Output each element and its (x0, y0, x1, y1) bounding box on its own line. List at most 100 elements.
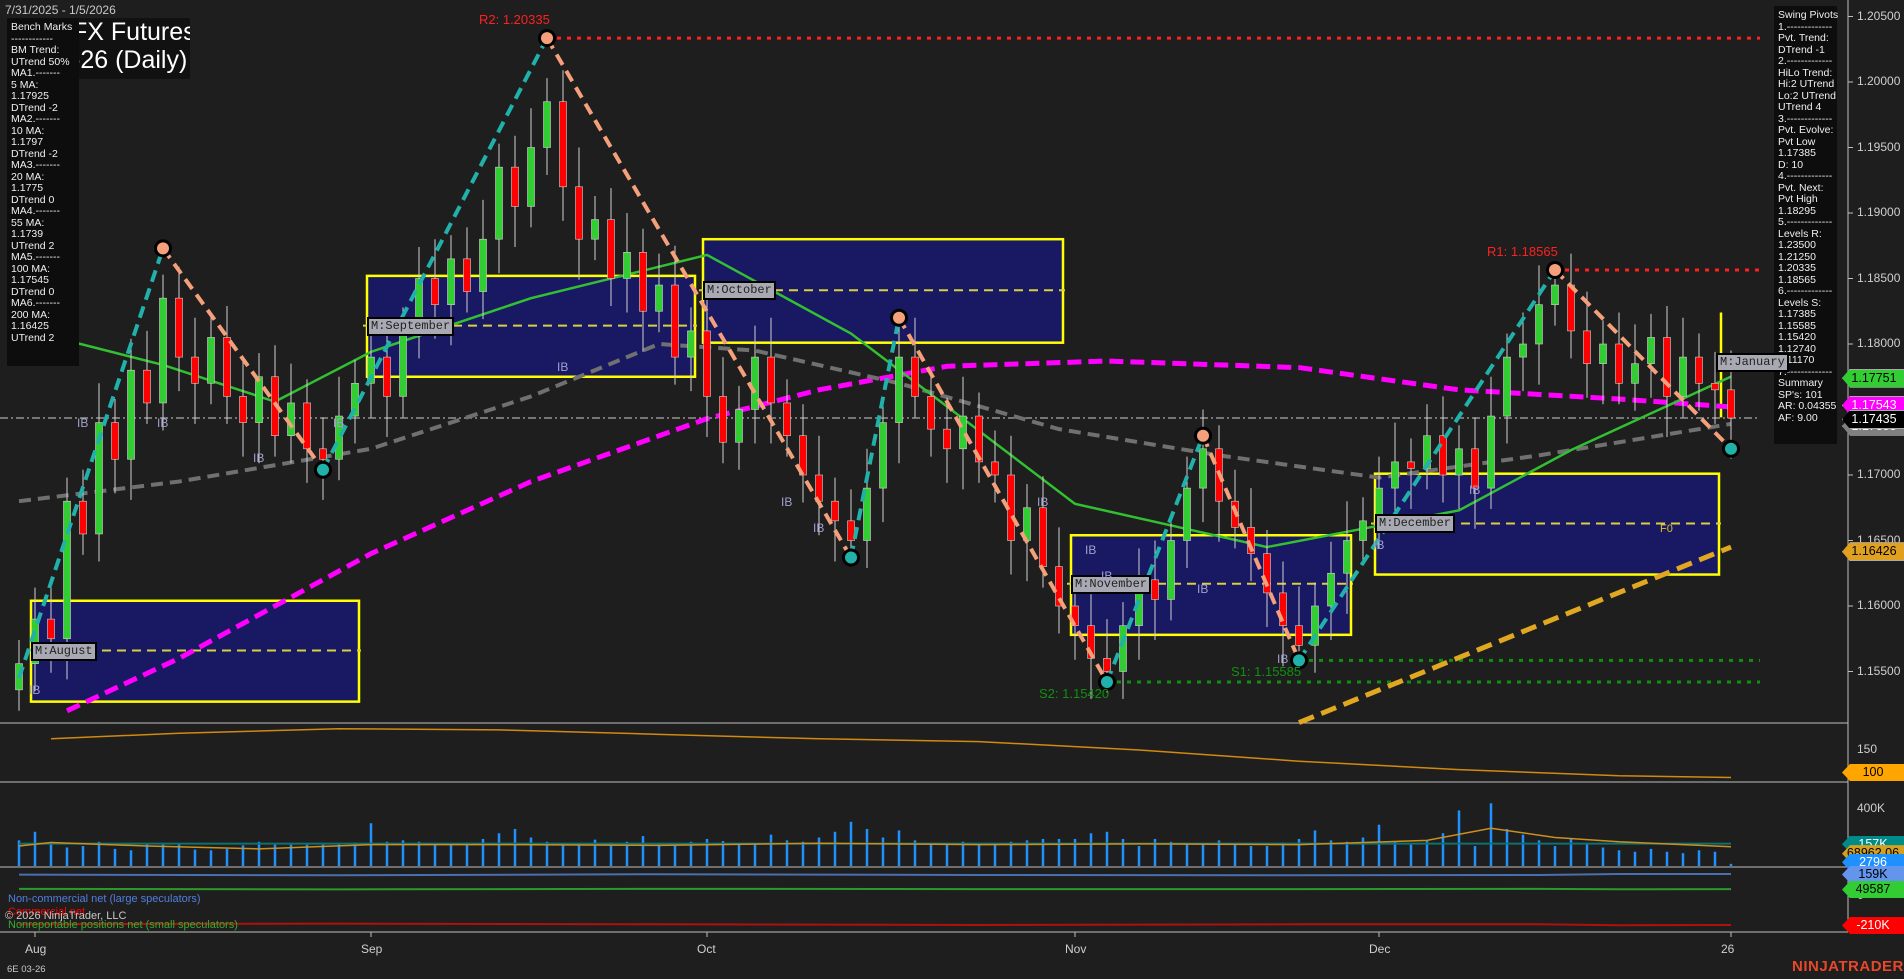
swing-pivot-line: Pvt. Evolve: (1778, 124, 1834, 136)
candle-body (79, 500, 87, 535)
y-tick-label: 1.20500 (1857, 8, 1901, 23)
candle-body (671, 284, 679, 358)
bench-mark-line: 1.1797 (11, 136, 44, 148)
candle-body (703, 330, 711, 397)
ib-label: IB (1469, 482, 1481, 497)
swing-pivot-line: Hi:2 UTrend (1778, 78, 1835, 90)
swing-pivot-marker (538, 29, 556, 48)
price-tag: 1.16426 (1842, 542, 1904, 562)
ninjatrader-logo: NINJATRADER (1792, 958, 1904, 975)
candle-body (1487, 415, 1495, 489)
y-tick-label: 1.18000 (1857, 336, 1901, 350)
noncommercial-line (18, 873, 1731, 877)
indicator-line (50, 727, 1732, 779)
ib-label: IB (1277, 651, 1289, 666)
candle-body (719, 396, 727, 443)
swing-pivot-marker (154, 239, 172, 258)
candle-body (783, 402, 791, 437)
candle-body (383, 356, 391, 397)
ib-label: IB (77, 416, 89, 431)
ib-label: IB (557, 359, 569, 374)
candle-body (207, 337, 215, 384)
swing-pivot-marker (842, 548, 860, 567)
level-label: R2: 1.20335 (479, 12, 550, 28)
x-tick-label: 26 (1721, 942, 1735, 956)
candle-body (1199, 448, 1207, 489)
swing-pivot-marker (890, 308, 908, 327)
candle-body (687, 330, 695, 358)
candle-body (1103, 658, 1111, 672)
swing-pivot-line: 1.17385 (1778, 147, 1816, 159)
swing-pivot-line: AR: 0.04355 (1778, 400, 1837, 412)
ib-label: IB (253, 451, 265, 466)
candle-body (47, 618, 55, 640)
candle-body (63, 500, 71, 640)
candle-body (1679, 356, 1687, 397)
swing-pivot-line: Summary (1778, 377, 1823, 389)
candle-body (1391, 461, 1399, 489)
ib-label: IB (1101, 569, 1113, 584)
candle-body (1503, 356, 1511, 417)
candle-body (927, 396, 935, 430)
swing-pivot-line: 1.20335 (1778, 262, 1816, 274)
bench-mark-line: MA1.------- (11, 67, 60, 79)
swing-pivot-marker (1546, 260, 1564, 279)
candle-body (1151, 579, 1159, 600)
ib-label: IB (29, 683, 41, 698)
candle-body (1711, 382, 1719, 391)
bench-mark-line: 1.1739 (11, 228, 44, 240)
bench-mark-line: 1.17545 (11, 274, 49, 286)
swing-pivot-line: 1.15420 (1778, 331, 1816, 343)
ib-label: IB (813, 520, 825, 535)
swing-pivot-marker (1722, 439, 1740, 458)
candle-body (575, 186, 583, 240)
swing-pivot-line: Pvt. Trend: (1778, 32, 1829, 44)
candle-body (1327, 572, 1335, 607)
bench-mark-line: 1.1775 (11, 182, 44, 194)
ib-label: IB (333, 416, 345, 431)
candle-body (543, 101, 551, 148)
bench-marks-panel: Bench Marks ------------ BM Trend: UTrend 5… (7, 18, 79, 366)
level-label: R1: 1.18565 (1487, 243, 1558, 259)
pivot-dot (317, 463, 329, 476)
candle-body (1439, 435, 1447, 476)
candle-body (175, 297, 183, 358)
candle-body (639, 252, 647, 312)
candle-body (1551, 284, 1559, 305)
candle-body (1119, 625, 1127, 672)
candle-body (1263, 553, 1271, 594)
indicator-tag: 100 (1842, 764, 1904, 781)
swing-pivot-marker (314, 460, 332, 479)
candle-body (239, 396, 247, 423)
y-tick-label: 1.16000 (1857, 598, 1901, 612)
candle-body (527, 147, 535, 207)
monthly-label: M:December (1375, 514, 1456, 534)
candle-body (991, 461, 999, 476)
candle-body (159, 297, 167, 404)
candle-body (831, 500, 839, 522)
level-label: S2: 1.15420 (1039, 685, 1110, 701)
candle-body (591, 219, 599, 240)
candle-body (1295, 625, 1303, 646)
candle-body (1615, 343, 1623, 384)
pivot-dot (157, 242, 169, 255)
candle-body (1663, 337, 1671, 397)
x-tick-label: Dec (1369, 942, 1391, 956)
candle-body (623, 252, 631, 279)
y-tick-label: 1.17000 (1857, 467, 1901, 481)
legend-nonreportable: Nonreportable positions net (small specu… (8, 919, 238, 931)
candle-body (959, 415, 967, 450)
price-chart[interactable] (0, 0, 1904, 979)
candle-body (655, 284, 663, 312)
y-tick-label: 1.18500 (1857, 270, 1901, 285)
price-tag: 1.17435 (1842, 410, 1904, 429)
f0-label: F0 (1660, 523, 1673, 535)
date-range: 7/31/2025 - 1/5/2026 (5, 3, 116, 17)
monthly-label: M:October (703, 281, 776, 301)
candle-body (319, 448, 327, 460)
candle-body (463, 258, 471, 292)
candle-body (1647, 337, 1655, 364)
candle-body (1343, 540, 1351, 574)
pivot-dot (541, 32, 553, 45)
ib-label: IB (1197, 582, 1209, 597)
